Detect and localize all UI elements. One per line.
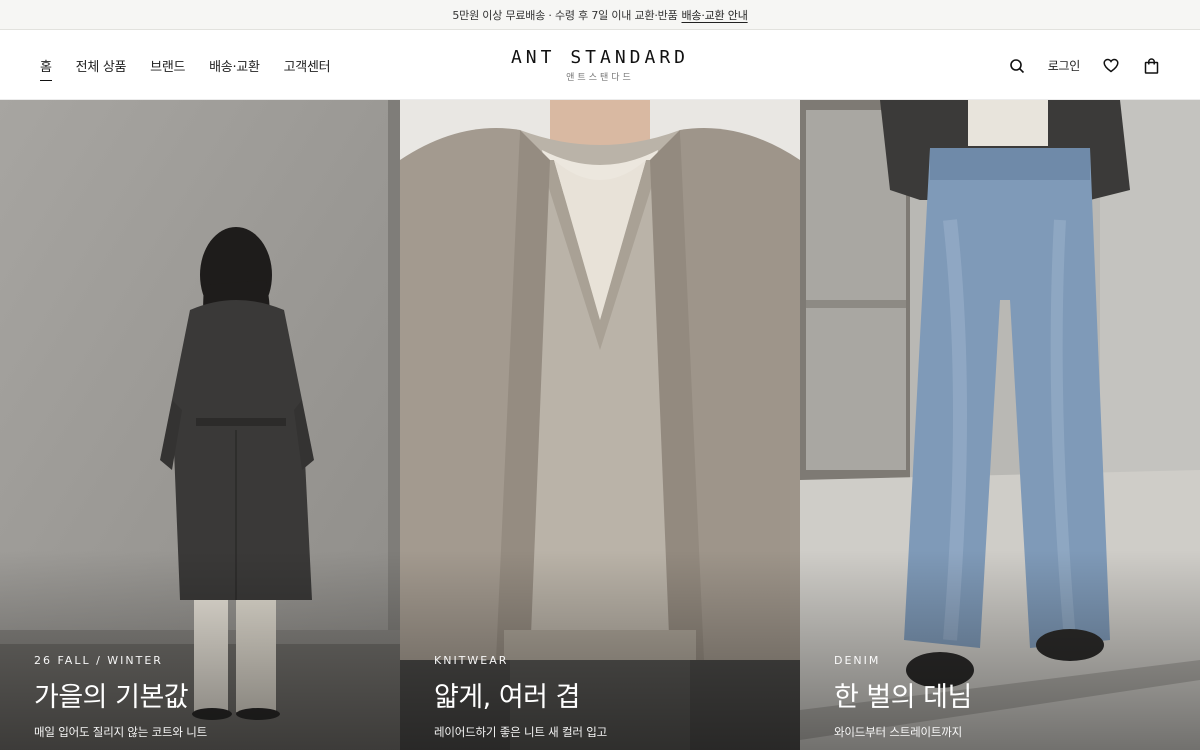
site-header: 홈 전체 상품 브랜드 배송·교환 고객센터 ANT STANDARD 앤트스탠… <box>0 31 1200 100</box>
hero-eyebrow: KNITWEAR <box>434 654 509 667</box>
hero-description: 매일 입어도 질리지 않는 코트와 니트 <box>34 725 207 739</box>
login-link[interactable]: 로그인 <box>1048 57 1081 74</box>
hero-panel-knitwear[interactable]: KNITWEAR 얇게, 여러 겹 레이어드하기 좋은 니트 새 컬러 입고 <box>400 100 800 750</box>
hero-eyebrow: 26 FALL / WINTER <box>34 654 163 667</box>
hero-title: 가을의 기본값 <box>34 682 189 713</box>
heart-icon[interactable] <box>1102 57 1120 75</box>
search-icon[interactable] <box>1008 57 1026 75</box>
hero-title: 얇게, 여러 겹 <box>434 682 580 713</box>
hero-description: 와이드부터 스트레이트까지 <box>834 725 963 739</box>
header-utilities: 로그인 <box>1008 31 1160 100</box>
hero-title: 한 벌의 데님 <box>834 682 972 713</box>
hero-eyebrow: DENIM <box>834 654 881 667</box>
hero-description: 레이어드하기 좋은 니트 새 컬러 입고 <box>434 725 607 739</box>
shipping-info-link[interactable]: 배송·교환 안내 <box>682 7 748 23</box>
hero-caption: DENIM 한 벌의 데님 와이드부터 스트레이트까지 <box>834 654 972 740</box>
hero-caption: 26 FALL / WINTER 가을의 기본값 매일 입어도 질리지 않는 코… <box>34 654 207 740</box>
announcement-text: 5만원 이상 무료배송 · 수령 후 7일 이내 교환·반품 <box>452 8 678 22</box>
announcement-bar: 5만원 이상 무료배송 · 수령 후 7일 이내 교환·반품 배송·교환 안내 <box>0 0 1200 30</box>
hero-panel-fall-winter[interactable]: 26 FALL / WINTER 가을의 기본값 매일 입어도 질리지 않는 코… <box>0 100 400 750</box>
hero-section: 26 FALL / WINTER 가을의 기본값 매일 입어도 질리지 않는 코… <box>0 100 1200 750</box>
shopping-bag-icon[interactable] <box>1142 57 1160 75</box>
hero-panel-denim[interactable]: DENIM 한 벌의 데님 와이드부터 스트레이트까지 <box>800 100 1200 750</box>
hero-caption: KNITWEAR 얇게, 여러 겹 레이어드하기 좋은 니트 새 컬러 입고 <box>434 654 607 740</box>
